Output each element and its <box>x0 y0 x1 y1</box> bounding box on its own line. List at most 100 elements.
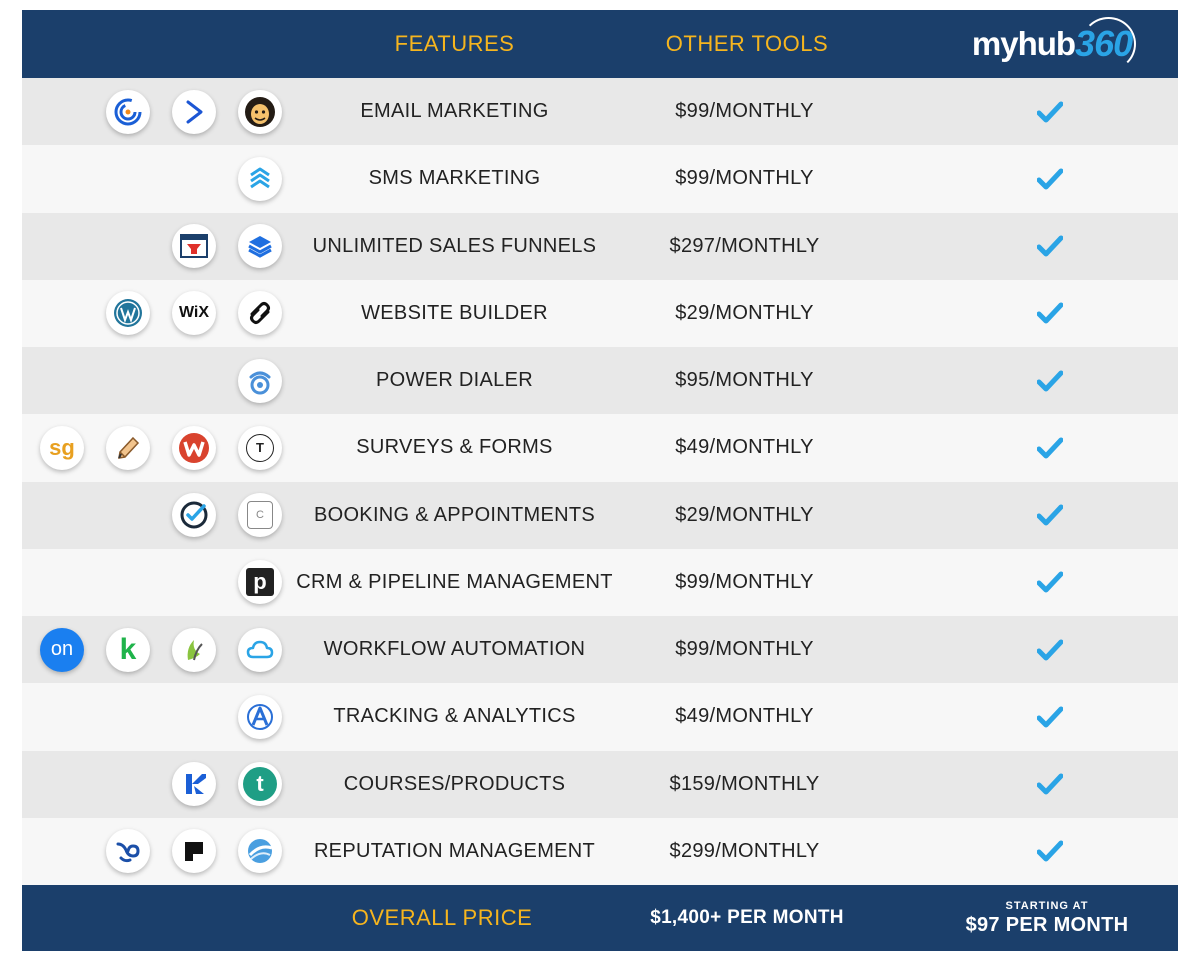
competitor-icons: t <box>22 751 292 818</box>
pipedrive-icon: p <box>238 560 282 605</box>
feature-name: UNLIMITED SALES FUNNELS <box>312 234 597 257</box>
birdeye-icon <box>106 829 150 874</box>
feature-name: POWER DIALER <box>376 369 533 392</box>
checkmark-icon <box>1037 437 1063 459</box>
checkmark-icon <box>1037 840 1063 862</box>
other-tools-price: $299/MONTHLY <box>669 839 820 862</box>
table-row: t COURSES/PRODUCTS $159/MONTHLY <box>22 750 1178 818</box>
other-tools-price: $29/MONTHLY <box>675 503 814 526</box>
wix-icon: WiX <box>172 291 216 336</box>
mailchimp-icon <box>238 89 282 134</box>
feature-name: REPUTATION MANAGEMENT <box>313 839 596 862</box>
constant-contact-icon <box>106 89 150 134</box>
dialer-icon <box>238 358 282 403</box>
checkmark-icon <box>1037 235 1063 257</box>
table-header: FEATURES OTHER TOOLS myhub 360 <box>22 10 1178 78</box>
table-row: REPUTATION MANAGEMENT $299/MONTHLY <box>22 817 1178 885</box>
table-row: UNLIMITED SALES FUNNELS $297/MONTHLY <box>22 212 1178 280</box>
other-tools-total: $1,400+ PER MONTH <box>650 907 844 928</box>
competitor-icons: C <box>22 482 292 549</box>
swirl-icon <box>238 829 282 874</box>
table-footer: OVERALL PRICE $1,400+ PER MONTH STARTING… <box>22 885 1178 951</box>
checkmark-icon <box>1037 370 1063 392</box>
other-tools-column-header: OTHER TOOLS <box>665 31 829 56</box>
competitor-icons <box>22 683 292 750</box>
keap-icon: k <box>106 627 150 672</box>
competitor-icons <box>22 818 292 885</box>
checkmark-icon <box>1037 639 1063 661</box>
other-tools-price: $29/MONTHLY <box>675 301 814 324</box>
analytics-a-icon <box>238 694 282 739</box>
table-row: p CRM & PIPELINE MANAGEMENT $99/MONTHLY <box>22 548 1178 616</box>
other-tools-price: $297/MONTHLY <box>669 234 820 257</box>
checkmark-icon <box>1037 504 1063 526</box>
other-tools-price: $49/MONTHLY <box>675 436 814 459</box>
other-tools-price: $99/MONTHLY <box>675 570 814 593</box>
clickfunnels-icon <box>172 224 216 269</box>
feature-name: SURVEYS & FORMS <box>356 436 553 459</box>
podium-icon <box>172 829 216 874</box>
other-tools-price: $159/MONTHLY <box>669 772 820 795</box>
feature-name: EMAIL MARKETING <box>360 100 549 123</box>
checkmark-icon <box>1037 773 1063 795</box>
table-row: sg T SURVEYS & FORMS $49/MONTHLY <box>22 414 1178 482</box>
typeform-icon: T <box>238 425 282 470</box>
wufoo-icon <box>172 425 216 470</box>
table-row: C BOOKING & APPOINTMENTS $29/MONTHLY <box>22 481 1178 549</box>
checkmark-icon <box>1037 706 1063 728</box>
competitor-icons <box>22 145 292 212</box>
brand-price-value: $97 PER MONTH <box>965 913 1129 936</box>
wordpress-icon <box>106 291 150 336</box>
brand-price: STARTING AT $97 PER MONTH <box>942 885 1152 951</box>
check-circle-icon <box>172 493 216 538</box>
competitor-icons: WiX <box>22 280 292 347</box>
feature-name: CRM & PIPELINE MANAGEMENT <box>296 570 613 593</box>
squarespace-icon <box>238 291 282 336</box>
competitor-icons: p <box>22 549 292 616</box>
comparison-table: FEATURES OTHER TOOLS myhub 360 EMAIL MAR… <box>22 10 1178 951</box>
checkmark-icon <box>1037 302 1063 324</box>
competitor-icons: sg T <box>22 414 292 481</box>
competitor-icons <box>22 347 292 414</box>
other-tools-price: $49/MONTHLY <box>675 705 814 728</box>
table-row: WiX WEBSITE BUILDER $29/MONTHLY <box>22 279 1178 347</box>
overall-price-label: OVERALL PRICE <box>351 905 533 930</box>
pencil-icon <box>106 425 150 470</box>
surveygizmo-icon: sg <box>40 425 84 470</box>
feature-name: BOOKING & APPOINTMENTS <box>313 503 596 526</box>
table-row: TRACKING & ANALYTICS $49/MONTHLY <box>22 683 1178 751</box>
competitor-icons: on k <box>22 616 292 683</box>
competitor-icons <box>22 213 292 280</box>
infusionsoft-icon <box>172 627 216 672</box>
table-row: POWER DIALER $95/MONTHLY <box>22 347 1178 415</box>
brand-logo-number: 360 <box>1075 17 1137 71</box>
checkmark-icon <box>1037 571 1063 593</box>
table-row: on k WORKFLOW AUTOMATION $99/MONTHLY <box>22 616 1178 684</box>
brand-logo: myhub 360 <box>957 10 1147 78</box>
stack-layers-icon <box>238 224 282 269</box>
table-row: SMS MARKETING $99/MONTHLY <box>22 145 1178 213</box>
feature-name: SMS MARKETING <box>368 167 541 190</box>
feature-name: TRACKING & ANALYTICS <box>333 705 576 728</box>
teachable-icon: t <box>238 762 282 807</box>
kajabi-icon <box>172 762 216 807</box>
cloud-icon <box>238 627 282 672</box>
ontraport-icon: on <box>40 627 84 672</box>
features-column-header: FEATURES <box>394 31 515 56</box>
feature-name: COURSES/PRODUCTS <box>343 772 566 795</box>
layers-chevron-icon <box>238 156 282 201</box>
activecampaign-icon <box>172 89 216 134</box>
feature-name: WORKFLOW AUTOMATION <box>323 638 586 661</box>
feature-name: WEBSITE BUILDER <box>361 301 548 324</box>
checkmark-icon <box>1037 168 1063 190</box>
checkmark-icon <box>1037 101 1063 123</box>
brand-logo-prefix: myhub <box>971 25 1076 62</box>
feature-rows: EMAIL MARKETING $99/MONTHLY SMS MARKETIN… <box>22 78 1178 885</box>
other-tools-price: $99/MONTHLY <box>675 100 814 123</box>
table-row: EMAIL MARKETING $99/MONTHLY <box>22 78 1178 146</box>
other-tools-price: $99/MONTHLY <box>675 638 814 661</box>
other-tools-price: $99/MONTHLY <box>675 167 814 190</box>
calendar-icon: C <box>238 493 282 538</box>
starting-at-label: STARTING AT <box>1005 899 1089 912</box>
competitor-icons <box>22 78 292 145</box>
